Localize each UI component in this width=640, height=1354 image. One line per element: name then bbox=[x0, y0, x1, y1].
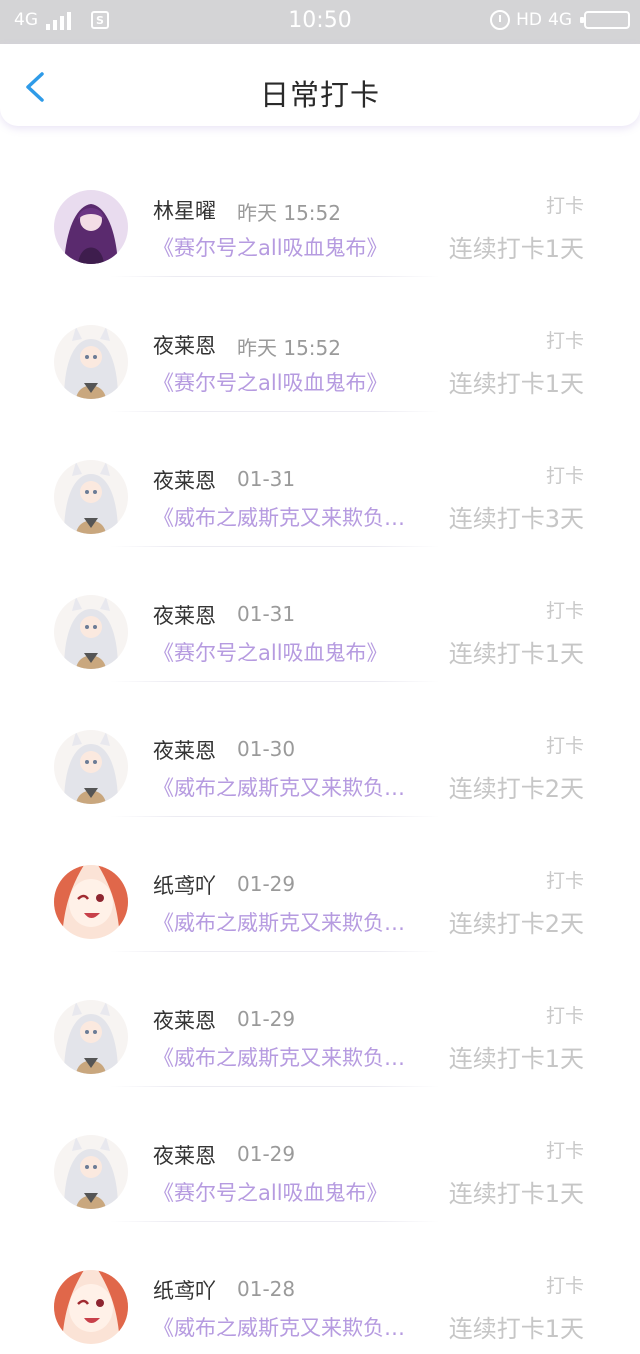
page-title: 日常打卡 bbox=[259, 78, 380, 112]
book-title-link[interactable]: 《威布之威斯克又来欺负… bbox=[153, 502, 405, 532]
battery-icon bbox=[580, 11, 630, 29]
status-bar: 4G S 10:50 HD 4G bbox=[0, 0, 640, 44]
book-title-link[interactable]: 《赛尔号之all吸血鬼布》 bbox=[153, 367, 388, 397]
avatar[interactable] bbox=[54, 865, 128, 939]
avatar[interactable] bbox=[54, 595, 128, 669]
row-divider bbox=[110, 681, 440, 682]
checkin-time: 01-31 bbox=[237, 467, 296, 491]
streak-text: 连续打卡1天 bbox=[448, 1045, 584, 1073]
user-name[interactable]: 夜莱恩 bbox=[153, 330, 216, 360]
user-name[interactable]: 夜莱恩 bbox=[153, 735, 216, 765]
user-name[interactable]: 林星曜 bbox=[153, 195, 216, 225]
book-title-link[interactable]: 《赛尔号之all吸血鬼布》 bbox=[153, 232, 388, 262]
list-item[interactable]: 夜莱恩 昨天 15:52 《赛尔号之all吸血鬼布》 打卡 连续打卡1天 bbox=[0, 314, 640, 449]
checkin-tag: 打卡 bbox=[545, 1140, 584, 1162]
book-title-link[interactable]: 《威布之威斯克又来欺负… bbox=[153, 1042, 405, 1072]
user-name[interactable]: 夜莱恩 bbox=[153, 465, 216, 495]
checkin-time: 01-29 bbox=[237, 1142, 296, 1166]
avatar[interactable] bbox=[54, 1135, 128, 1209]
nav-header: 日常打卡 bbox=[0, 44, 640, 126]
user-name[interactable]: 夜莱恩 bbox=[153, 1140, 216, 1170]
streak-text: 连续打卡1天 bbox=[448, 370, 584, 398]
streak-text: 连续打卡3天 bbox=[448, 505, 584, 533]
user-name[interactable]: 夜莱恩 bbox=[153, 1005, 216, 1035]
hd-indicator: HD bbox=[516, 10, 542, 30]
row-divider bbox=[110, 951, 440, 952]
list-item[interactable]: 夜莱恩 01-29 《威布之威斯克又来欺负… 打卡 连续打卡1天 bbox=[0, 989, 640, 1124]
checkin-tag: 打卡 bbox=[545, 195, 584, 217]
row-divider bbox=[110, 1221, 440, 1222]
checkin-tag: 打卡 bbox=[545, 600, 584, 622]
book-title-link[interactable]: 《威布之威斯克又来欺负… bbox=[153, 772, 405, 802]
alarm-icon bbox=[490, 10, 511, 30]
user-name[interactable]: 夜莱恩 bbox=[153, 600, 216, 630]
checkin-tag: 打卡 bbox=[545, 330, 584, 352]
avatar[interactable] bbox=[54, 460, 128, 534]
list-item[interactable]: 纸鸢吖 01-29 《威布之威斯克又来欺负… 打卡 连续打卡2天 bbox=[0, 854, 640, 989]
list-item[interactable]: 夜莱恩 01-29 《赛尔号之all吸血鬼布》 打卡 连续打卡1天 bbox=[0, 1124, 640, 1259]
list-item[interactable]: 林星曜 昨天 15:52 《赛尔号之all吸血鬼布》 打卡 连续打卡1天 bbox=[0, 179, 640, 314]
checkin-tag: 打卡 bbox=[545, 870, 584, 892]
streak-text: 连续打卡1天 bbox=[448, 640, 584, 668]
book-title-link[interactable]: 《威布之威斯克又来欺负… bbox=[153, 1312, 405, 1342]
checkin-time: 昨天 15:52 bbox=[237, 336, 341, 360]
avatar[interactable] bbox=[54, 730, 128, 804]
checkin-tag: 打卡 bbox=[545, 1005, 584, 1027]
checkin-time: 01-28 bbox=[237, 1277, 296, 1301]
streak-text: 连续打卡1天 bbox=[448, 1315, 584, 1343]
network-type-right: 4G bbox=[548, 10, 572, 30]
book-title-link[interactable]: 《赛尔号之all吸血鬼布》 bbox=[153, 637, 388, 667]
streak-text: 连续打卡1天 bbox=[448, 235, 584, 263]
book-title-link[interactable]: 《威布之威斯克又来欺负… bbox=[153, 907, 405, 937]
streak-text: 连续打卡2天 bbox=[448, 775, 584, 803]
list-item[interactable]: 纸鸢吖 01-28 《威布之威斯克又来欺负… 打卡 连续打卡1天 bbox=[0, 1259, 640, 1354]
list-item[interactable]: 夜莱恩 01-30 《威布之威斯克又来欺负… 打卡 连续打卡2天 bbox=[0, 719, 640, 854]
avatar[interactable] bbox=[54, 190, 128, 264]
user-name[interactable]: 纸鸢吖 bbox=[153, 1275, 216, 1305]
streak-text: 连续打卡2天 bbox=[448, 910, 584, 938]
avatar[interactable] bbox=[54, 1270, 128, 1344]
checkin-time: 昨天 15:52 bbox=[237, 201, 341, 225]
checkin-time: 01-31 bbox=[237, 602, 296, 626]
checkin-time: 01-29 bbox=[237, 1007, 296, 1031]
checkin-time: 01-29 bbox=[237, 872, 296, 896]
list-item[interactable]: 夜莱恩 01-31 《赛尔号之all吸血鬼布》 打卡 连续打卡1天 bbox=[0, 584, 640, 719]
row-divider bbox=[110, 276, 440, 277]
checkin-tag: 打卡 bbox=[545, 465, 584, 487]
row-divider bbox=[110, 546, 440, 547]
list-item[interactable]: 夜莱恩 01-31 《威布之威斯克又来欺负… 打卡 连续打卡3天 bbox=[0, 449, 640, 584]
row-divider bbox=[110, 411, 440, 412]
checkin-time: 01-30 bbox=[237, 737, 296, 761]
checkin-tag: 打卡 bbox=[545, 735, 584, 757]
user-name[interactable]: 纸鸢吖 bbox=[153, 870, 216, 900]
avatar[interactable] bbox=[54, 325, 128, 399]
row-divider bbox=[110, 1086, 440, 1087]
checkin-tag: 打卡 bbox=[545, 1275, 584, 1297]
streak-text: 连续打卡1天 bbox=[448, 1180, 584, 1208]
avatar[interactable] bbox=[54, 1000, 128, 1074]
book-title-link[interactable]: 《赛尔号之all吸血鬼布》 bbox=[153, 1177, 388, 1207]
row-divider bbox=[110, 816, 440, 817]
